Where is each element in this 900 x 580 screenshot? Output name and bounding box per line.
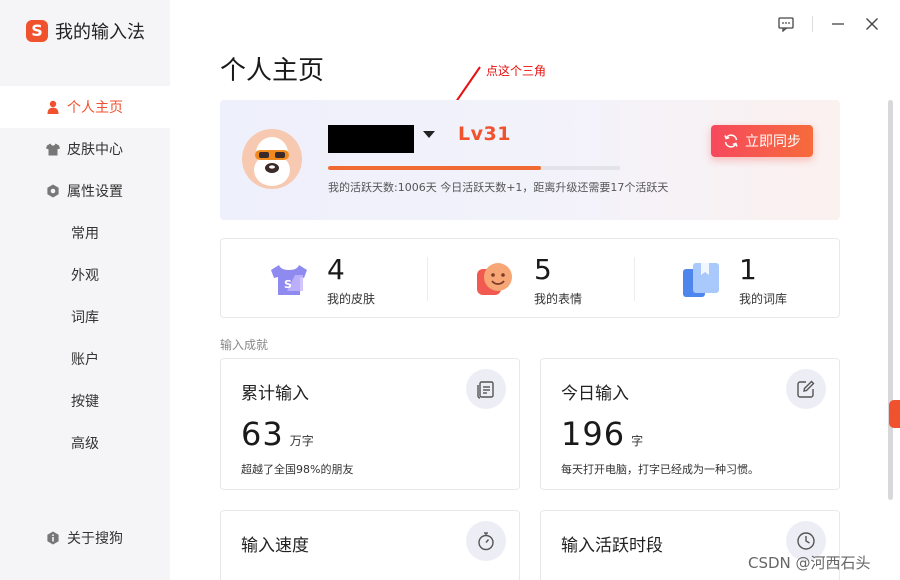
card-today-input: 今日输入 196 字 每天打开电脑，打字已经成为一种习惯。 bbox=[540, 358, 840, 490]
sidebar-item-label: 属性设置 bbox=[67, 184, 123, 200]
card-title: 输入速度 bbox=[241, 536, 309, 556]
stat-value: 5 bbox=[534, 253, 552, 286]
card-description: 超越了全国98%的朋友 bbox=[241, 463, 354, 476]
sidebar-subitem-appearance[interactable]: 外观 bbox=[0, 254, 170, 296]
section-label-achievements: 输入成就 bbox=[220, 338, 269, 352]
svg-text:S: S bbox=[284, 278, 292, 291]
active-days-text: 我的活跃天数:1006天 今日活跃天数+1，距离升级还需要17个活跃天 bbox=[328, 181, 669, 194]
stat-value: 1 bbox=[739, 253, 757, 286]
sync-button-label: 立即同步 bbox=[745, 134, 801, 150]
minimize-icon[interactable] bbox=[828, 14, 848, 34]
stat-label: 我的词库 bbox=[739, 292, 788, 306]
card-value-row: 196 字 bbox=[561, 415, 643, 453]
card-title: 今日输入 bbox=[561, 384, 629, 404]
sidebar: 我的输入法 个人主页 皮肤中心 属性设置 常用 外观 词库 账户 按键 高级 bbox=[0, 0, 170, 580]
sidebar-subitem-account[interactable]: 账户 bbox=[0, 338, 170, 380]
card-unit: 字 bbox=[631, 434, 644, 448]
stat-dictionaries[interactable]: 1 我的词库 bbox=[635, 239, 841, 319]
level-progress-bar bbox=[328, 166, 620, 170]
stat-skins[interactable]: S 4 我的皮肤 bbox=[221, 239, 427, 319]
card-title: 累计输入 bbox=[241, 384, 309, 404]
card-unit: 万字 bbox=[289, 434, 314, 448]
sogou-logo-icon bbox=[26, 20, 48, 42]
card-total-input: 累计输入 63 万字 超越了全国98%的朋友 bbox=[220, 358, 520, 490]
dictionary-icon bbox=[683, 261, 721, 297]
card-value: 196 bbox=[561, 415, 626, 453]
sidebar-item-about[interactable]: 关于搜狗 bbox=[46, 528, 123, 548]
stats-panel: S 4 我的皮肤 5 我的表情 1 我的词库 bbox=[220, 238, 840, 318]
card-input-speed: 输入速度 bbox=[220, 510, 520, 580]
level-progress-fill bbox=[328, 166, 542, 170]
settings-hex-icon bbox=[46, 184, 60, 198]
info-shield-icon bbox=[46, 531, 60, 545]
avatar[interactable] bbox=[242, 123, 302, 197]
sidebar-subitem-dictionary[interactable]: 词库 bbox=[0, 296, 170, 338]
main-scrollbar[interactable] bbox=[888, 100, 893, 500]
page-title: 个人主页 bbox=[220, 56, 325, 86]
brand: 我的输入法 bbox=[26, 18, 145, 44]
skin-icon: S bbox=[269, 261, 307, 297]
annotation-text: 点这个三角 bbox=[486, 64, 547, 78]
sidebar-item-label: 皮肤中心 bbox=[67, 142, 123, 158]
level-badge: Lv31 bbox=[458, 123, 511, 145]
sidebar-item-home[interactable]: 个人主页 bbox=[0, 86, 170, 128]
floating-toolbar-tab-icon[interactable] bbox=[889, 400, 900, 428]
sidebar-subitem-common[interactable]: 常用 bbox=[0, 212, 170, 254]
card-title: 输入活跃时段 bbox=[561, 536, 663, 556]
account-dropdown-caret-icon[interactable] bbox=[423, 131, 435, 138]
sidebar-item-skin-center[interactable]: 皮肤中心 bbox=[0, 128, 170, 170]
sync-icon bbox=[723, 133, 739, 149]
stopwatch-icon bbox=[466, 521, 506, 561]
sidebar-subitem-advanced[interactable]: 高级 bbox=[0, 422, 170, 464]
stat-value: 4 bbox=[327, 253, 345, 286]
watermark: CSDN @河西石头 bbox=[748, 554, 871, 572]
edit-icon bbox=[786, 369, 826, 409]
document-icon bbox=[466, 369, 506, 409]
card-value: 63 bbox=[241, 415, 284, 453]
username-redacted bbox=[328, 125, 414, 153]
sidebar-nav: 个人主页 皮肤中心 属性设置 常用 外观 词库 账户 按键 高级 bbox=[0, 86, 170, 464]
sync-now-button[interactable]: 立即同步 bbox=[711, 125, 813, 157]
window-controls-divider bbox=[812, 16, 813, 32]
card-description: 每天打开电脑，打字已经成为一种习惯。 bbox=[561, 463, 759, 476]
sidebar-item-settings[interactable]: 属性设置 bbox=[0, 170, 170, 212]
close-icon[interactable] bbox=[862, 14, 882, 34]
card-value-row: 63 万字 bbox=[241, 415, 314, 453]
sidebar-subitem-keys[interactable]: 按键 bbox=[0, 380, 170, 422]
about-label: 关于搜狗 bbox=[67, 531, 123, 547]
person-icon bbox=[46, 100, 60, 114]
stat-emojis[interactable]: 5 我的表情 bbox=[428, 239, 634, 319]
emoji-icon bbox=[476, 261, 514, 297]
profile-card: Lv31 我的活跃天数:1006天 今日活跃天数+1，距离升级还需要17个活跃天… bbox=[220, 100, 840, 220]
stat-label: 我的表情 bbox=[534, 292, 583, 306]
app-title: 我的输入法 bbox=[55, 22, 145, 43]
tshirt-icon bbox=[46, 142, 60, 156]
feedback-icon[interactable] bbox=[776, 14, 796, 34]
stat-label: 我的皮肤 bbox=[327, 292, 376, 306]
sidebar-item-label: 个人主页 bbox=[67, 100, 123, 116]
